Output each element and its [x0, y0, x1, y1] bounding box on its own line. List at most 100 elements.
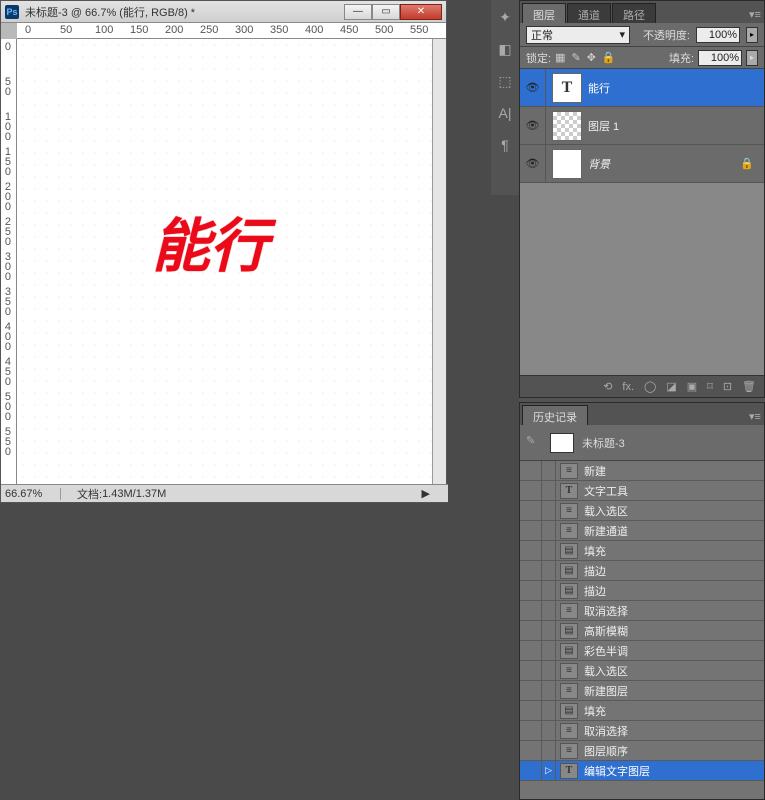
visibility-eye-icon[interactable]: 👁 — [520, 145, 546, 182]
history-gutter — [520, 641, 542, 660]
history-row[interactable]: ≡ 新建图层 — [520, 681, 764, 701]
history-step-label: 载入选区 — [582, 663, 764, 679]
lock-position-icon[interactable]: ✥ — [587, 51, 596, 64]
history-list[interactable]: ≡ 新建 T 文字工具 ≡ 载入选区 ≡ 新建通道 ▤ 填充 ▤ 描边 ▤ 描边… — [520, 461, 764, 799]
history-step-icon: ≡ — [560, 503, 578, 519]
layers-footer-icon-5[interactable]: ⌑ — [707, 380, 713, 393]
layers-footer-icon-6[interactable]: ⊡ — [723, 380, 732, 393]
fill-flyout-icon[interactable]: ▸ — [746, 50, 758, 66]
minimize-button[interactable]: — — [344, 4, 372, 20]
character-icon[interactable]: A| — [496, 104, 514, 122]
swatches-icon[interactable]: ◧ — [496, 40, 514, 58]
close-button[interactable]: ✕ — [400, 4, 442, 20]
history-step-icon: ▤ — [560, 583, 578, 599]
styles-icon[interactable]: ⬚ — [496, 72, 514, 90]
history-row[interactable]: ▷ T 编辑文字图层 — [520, 761, 764, 781]
history-step-label: 取消选择 — [582, 723, 764, 739]
history-step-label: 高斯模糊 — [582, 623, 764, 639]
document-title: 未标题-3 @ 66.7% (能行, RGB/8) * — [25, 4, 344, 20]
history-row[interactable]: ≡ 新建 — [520, 461, 764, 481]
scrollbar-vertical[interactable] — [432, 39, 446, 484]
history-brush-icon[interactable]: ✎ — [526, 434, 544, 452]
status-bar: 66.67% 文档: 1.43M/1.37M ▶ — [1, 484, 448, 502]
opacity-flyout-icon[interactable]: ▸ — [746, 27, 758, 43]
fill-input[interactable]: 100% — [698, 50, 742, 66]
layer-thumb[interactable]: T — [552, 73, 582, 103]
maximize-button[interactable]: ▭ — [372, 4, 400, 20]
history-row[interactable]: ≡ 载入选区 — [520, 661, 764, 681]
snapshot-name: 未标题-3 — [582, 435, 625, 451]
document-window: Ps 未标题-3 @ 66.7% (能行, RGB/8) * — ▭ ✕ 050… — [0, 0, 447, 503]
layer-row[interactable]: 👁 图层 1 — [520, 107, 764, 145]
history-marker — [542, 741, 556, 760]
tab-history[interactable]: 历史记录 — [522, 405, 588, 425]
lock-all-icon[interactable]: 🔒 — [602, 51, 616, 64]
ruler-horizontal[interactable]: 050100150200250300350400450500550 — [17, 23, 446, 39]
lock-paint-icon[interactable]: ✎ — [571, 51, 580, 64]
layers-footer-icon-1[interactable]: fx. — [622, 381, 634, 393]
layers-footer-icon-2[interactable]: ◯ — [644, 380, 656, 393]
history-marker — [542, 561, 556, 580]
title-bar[interactable]: Ps 未标题-3 @ 66.7% (能行, RGB/8) * — ▭ ✕ — [1, 1, 446, 23]
layer-name[interactable]: 能行 — [588, 80, 764, 96]
layers-footer-icon-7[interactable]: 🗑 — [742, 380, 756, 393]
layer-list[interactable]: 👁 T 能行 👁 图层 1 👁 背景 🔒 — [520, 69, 764, 375]
history-step-icon: ▤ — [560, 703, 578, 719]
history-row[interactable]: ≡ 新建通道 — [520, 521, 764, 541]
history-step-label: 取消选择 — [582, 603, 764, 619]
history-step-label: 填充 — [582, 543, 764, 559]
history-row[interactable]: ▤ 填充 — [520, 541, 764, 561]
history-row[interactable]: ≡ 载入选区 — [520, 501, 764, 521]
history-row[interactable]: ▤ 描边 — [520, 581, 764, 601]
layer-name[interactable]: 背景 — [588, 156, 740, 172]
layers-footer-icon-0[interactable]: ⟲ — [603, 380, 612, 393]
paragraph-icon[interactable]: ¶ — [496, 136, 514, 154]
history-row[interactable]: ≡ 取消选择 — [520, 721, 764, 741]
tab-channels[interactable]: 通道 — [567, 3, 611, 23]
layer-name[interactable]: 图层 1 — [588, 118, 764, 134]
history-step-icon: ▤ — [560, 543, 578, 559]
layer-row[interactable]: 👁 背景 🔒 — [520, 145, 764, 183]
layer-thumb[interactable] — [552, 149, 582, 179]
history-row[interactable]: ▤ 高斯模糊 — [520, 621, 764, 641]
history-row[interactable]: ▤ 彩色半调 — [520, 641, 764, 661]
history-step-icon: ▤ — [560, 643, 578, 659]
history-marker — [542, 661, 556, 680]
history-row[interactable]: ▤ 描边 — [520, 561, 764, 581]
history-row[interactable]: ≡ 图层顺序 — [520, 741, 764, 761]
layer-thumb[interactable] — [552, 111, 582, 141]
layers-footer-icon-3[interactable]: ◪ — [666, 380, 676, 393]
tab-layers[interactable]: 图层 — [522, 3, 566, 23]
history-marker — [542, 681, 556, 700]
history-row[interactable]: ≡ 取消选择 — [520, 601, 764, 621]
visibility-eye-icon[interactable]: 👁 — [520, 107, 546, 144]
history-marker — [542, 601, 556, 620]
history-gutter — [520, 561, 542, 580]
history-row[interactable]: T 文字工具 — [520, 481, 764, 501]
history-step-label: 填充 — [582, 703, 764, 719]
history-step-label: 彩色半调 — [582, 643, 764, 659]
brush-preset-icon[interactable]: ✦ — [496, 8, 514, 26]
history-marker — [542, 501, 556, 520]
layer-row[interactable]: 👁 T 能行 — [520, 69, 764, 107]
dropdown-icon: ▾ — [619, 28, 625, 41]
panel-menu-icon[interactable]: ▾≡ — [746, 5, 764, 23]
canvas-text: 能行 — [152, 199, 268, 283]
lock-transparency-icon[interactable]: ▦ — [555, 51, 565, 64]
layers-footer-icon-4[interactable]: ▣ — [687, 380, 697, 393]
tab-paths[interactable]: 路径 — [612, 3, 656, 23]
history-row[interactable]: ▤ 填充 — [520, 701, 764, 721]
blend-mode-select[interactable]: 正常▾ — [526, 26, 630, 44]
opacity-input[interactable]: 100% — [696, 27, 740, 43]
history-snapshot-row[interactable]: ✎ 未标题-3 — [520, 425, 764, 461]
history-marker — [542, 641, 556, 660]
history-step-icon: ≡ — [560, 463, 578, 479]
history-gutter — [520, 741, 542, 760]
zoom-level[interactable]: 66.67% — [1, 488, 61, 500]
ruler-vertical[interactable]: 050100150200250300350400450500550 — [1, 39, 17, 484]
visibility-eye-icon[interactable]: 👁 — [520, 69, 546, 106]
history-gutter — [520, 761, 542, 780]
status-menu-icon[interactable]: ▶ — [422, 487, 430, 500]
canvas[interactable]: 能行 — [17, 39, 432, 484]
panel-menu-icon[interactable]: ▾≡ — [746, 407, 764, 425]
